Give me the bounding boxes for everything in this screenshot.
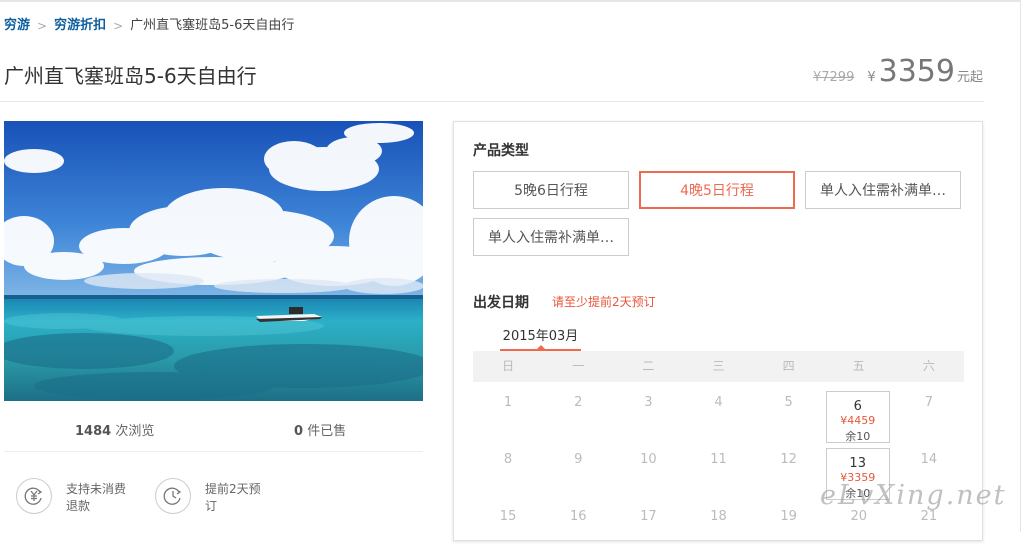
calendar-day-number: 5 — [784, 395, 793, 410]
calendar-day-number: 11 — [710, 452, 727, 467]
breadcrumb-discount-link[interactable]: 穷游折扣 — [54, 18, 106, 34]
stats-row: 1484 次浏览 0 件已售 — [0, 420, 423, 440]
calendar-day-number: 8 — [503, 452, 513, 467]
header-divider — [0, 101, 984, 102]
price-suffix: 元起 — [956, 70, 983, 85]
month-tab-arrow-icon — [537, 345, 545, 349]
weekday-thu: 四 — [782, 359, 795, 373]
option-single-supplement-2[interactable]: 单人入住需补满单… — [473, 218, 629, 256]
weekday-sun: 日 — [502, 359, 515, 373]
calendar-day: 7 — [894, 387, 964, 444]
calendar-day-number: 2 — [574, 395, 583, 410]
calendar-day-box[interactable]: 6 ¥4459 余10 — [825, 391, 890, 443]
calendar-day-price: ¥4459 — [840, 414, 876, 427]
calendar-day: 15 — [473, 501, 543, 558]
feature-refund: 支持未消费退款 — [16, 478, 130, 515]
calendar-day-number: 15 — [499, 509, 517, 524]
calendar-day-number: 4 — [714, 395, 723, 410]
original-price: ¥7299 — [812, 70, 855, 85]
calendar-day-number: 10 — [640, 452, 657, 467]
calendar-day-number: 3 — [644, 395, 653, 410]
option-single-supplement-1[interactable]: 单人入住需补满单… — [805, 171, 961, 209]
chevron-right-icon: > — [113, 19, 124, 33]
sold-stat: 0 件已售 — [294, 420, 346, 439]
weekday-fri: 五 — [852, 359, 865, 373]
top-border — [0, 0, 1028, 2]
booking-panel: 产品类型 5晚6日行程 4晚5日行程 单人入住需补满单… 单人入住需补满单… 出… — [453, 121, 983, 541]
page-title: 广州直飞塞班岛5-6天自由行 — [4, 64, 257, 88]
currency-symbol: ¥ — [867, 70, 876, 85]
calendar-day-number: 14 — [920, 452, 938, 467]
month-tab[interactable]: 2015年03月 — [500, 325, 581, 344]
calendar-day: 2 — [543, 387, 613, 444]
calendar-day-number: 12 — [780, 452, 797, 467]
views-stat: 1484 次浏览 — [75, 420, 154, 439]
calendar-day-number: 16 — [569, 509, 587, 524]
calendar-day-number: 7 — [924, 395, 934, 410]
product-type-label: 产品类型 — [473, 143, 529, 159]
calendar-week-row: 1 2 3 4 5 6 ¥4459 余10 7 — [473, 387, 964, 444]
weekday-tue: 二 — [642, 359, 655, 373]
calendar-day-number: 6 — [853, 399, 862, 414]
departure-date-label: 出发日期 — [473, 295, 529, 311]
calendar-day-number: 1 — [503, 395, 513, 410]
breadcrumb-home-link[interactable]: 穷游 — [4, 18, 30, 34]
calendar-day-remaining: 余10 — [845, 430, 871, 443]
breadcrumb-current: 广州直飞塞班岛5-6天自由行 — [130, 18, 295, 33]
breadcrumb: 穷游 > 穷游折扣 > 广州直飞塞班岛5-6天自由行 — [4, 18, 294, 34]
calendar-day: 17 — [613, 501, 683, 558]
option-5n6d[interactable]: 5晚6日行程 — [473, 171, 629, 209]
calendar-day-number: 18 — [710, 509, 727, 524]
calendar-day: 9 — [543, 444, 613, 501]
weekday-mon: 一 — [572, 359, 585, 373]
price-block: ¥7299 ¥ 3359 元起 — [813, 54, 983, 89]
calendar-day: 10 — [613, 444, 683, 501]
calendar-day-number: 13 — [849, 456, 866, 471]
calendar-day: 5 — [754, 387, 824, 444]
product-photo — [4, 121, 423, 401]
stats-divider — [4, 451, 423, 452]
calendar-grid: 1 2 3 4 5 6 ¥4459 余10 7 8 9 10 11 12 13 ¥3359 余10 14 15 16 1… — [473, 387, 964, 558]
views-label: 次浏览 — [115, 424, 155, 439]
calendar-day-number: 9 — [574, 452, 583, 467]
calendar-day: 4 — [683, 387, 753, 444]
chevron-right-icon: > — [37, 19, 48, 33]
calendar-day-available[interactable]: 6 ¥4459 余10 — [824, 387, 894, 444]
feature-advance-booking: 提前2天预订 — [155, 478, 269, 515]
right-scroll-edge — [1020, 0, 1028, 532]
views-count: 1484 — [75, 424, 112, 439]
calendar-day-number: 21 — [920, 509, 938, 524]
option-4n5d[interactable]: 4晚5日行程 — [639, 171, 795, 209]
calendar-day: 12 — [754, 444, 824, 501]
calendar-day: 19 — [754, 501, 824, 558]
feature-advance-label: 提前2天预订 — [205, 482, 261, 513]
sold-label: 件已售 — [307, 424, 347, 439]
calendar-day: 16 — [543, 501, 613, 558]
clock-icon — [155, 478, 191, 514]
calendar-day: 3 — [613, 387, 683, 444]
current-price: 3359 — [878, 54, 955, 89]
booking-tip: 请至少提前2天预订 — [552, 295, 656, 309]
calendar-day-number: 19 — [780, 509, 797, 524]
weekday-header: 日 一 二 三 四 五 六 — [473, 351, 964, 382]
yen-refund-icon — [16, 478, 52, 514]
feature-refund-label: 支持未消费退款 — [66, 482, 127, 513]
calendar-day: 18 — [683, 501, 753, 558]
watermark: eLvXing.net — [820, 480, 1007, 511]
weekday-sat: 六 — [922, 359, 935, 373]
sold-count: 0 — [294, 424, 304, 439]
weekday-wed: 三 — [712, 359, 725, 373]
calendar-day: 8 — [473, 444, 543, 501]
calendar-day: 11 — [683, 444, 753, 501]
calendar-day-number: 17 — [640, 509, 657, 524]
calendar-day-number: 20 — [850, 509, 868, 524]
calendar-day: 1 — [473, 387, 543, 444]
